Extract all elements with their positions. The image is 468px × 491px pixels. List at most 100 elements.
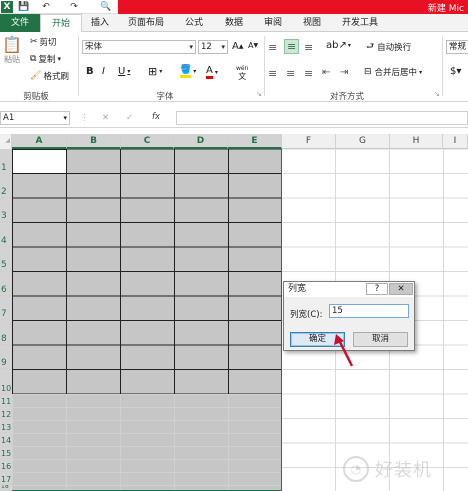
print-preview-icon[interactable]: 🔍 xyxy=(100,1,112,13)
text-orientation-icon: ab↗ xyxy=(326,40,347,51)
italic-button[interactable]: I xyxy=(102,66,105,77)
row-header[interactable]: 11 xyxy=(0,394,12,407)
fill-color-button[interactable]: 🪣 ▾ xyxy=(180,65,196,78)
select-all-corner[interactable]: ◢ xyxy=(0,134,12,149)
watermark-text: 好装机 xyxy=(375,460,432,481)
brush-icon: 🖌 xyxy=(30,71,42,81)
column-headers: ◢ A B C D E F G H I xyxy=(0,134,468,149)
decrease-indent-icon[interactable]: ⇤ xyxy=(322,67,330,78)
font-size-select[interactable]: 12 ▾ xyxy=(198,40,228,54)
row-header[interactable]: 3 xyxy=(0,198,12,222)
title-bar-accent: 新建 Mic xyxy=(118,0,468,14)
underline-button[interactable]: U ▾ xyxy=(118,66,130,77)
row-header[interactable]: 13 xyxy=(0,420,12,433)
phonetic-button[interactable]: wén 文 xyxy=(236,65,248,81)
copy-button[interactable]: ⧉ 复制 ▾ xyxy=(30,53,61,65)
dialog-title-bar: 列宽 ? ✕ xyxy=(284,282,414,297)
wrap-text-button[interactable]: ⮐ 自动换行 xyxy=(366,41,411,53)
column-header-e[interactable]: E xyxy=(228,134,282,149)
close-button[interactable]: ✕ xyxy=(389,283,413,295)
chevron-down-icon: ▾ xyxy=(57,55,61,63)
bold-button[interactable]: B xyxy=(86,66,94,77)
tab-view[interactable]: 视图 xyxy=(292,14,332,32)
row-header[interactable]: 16 xyxy=(0,459,12,472)
chevron-down-icon: ▾ xyxy=(221,43,225,51)
decrease-font-button[interactable]: A ▼ xyxy=(248,41,258,50)
merge-center-button[interactable]: ⊟ 合并后居中 ▾ xyxy=(364,66,422,78)
tab-formulas[interactable]: 公式 xyxy=(174,14,214,32)
redo-icon[interactable]: ↷ xyxy=(68,1,80,13)
group-divider xyxy=(442,36,443,96)
alignment-dialog-launcher-icon[interactable]: ↘ xyxy=(434,90,440,98)
align-top-icon[interactable]: ≡ xyxy=(268,41,277,54)
format-painter-button[interactable]: 🖌 格式刷 xyxy=(30,70,69,82)
help-button[interactable]: ? xyxy=(366,283,388,295)
tab-developer[interactable]: 开发工具 xyxy=(332,14,388,32)
column-header-a[interactable]: A xyxy=(12,134,67,149)
number-format-select[interactable]: 常规 xyxy=(446,40,468,54)
title-bar: X 💾 ↶ ↷ 🔍 新建 Mic xyxy=(0,0,468,14)
row-header[interactable]: 6 xyxy=(0,271,12,296)
copy-label: 复制 xyxy=(38,55,56,65)
row-header[interactable]: 1 xyxy=(0,149,12,174)
column-width-input[interactable]: 15 xyxy=(329,304,409,318)
row-header[interactable]: 2 xyxy=(0,174,12,198)
row-header[interactable]: 17 xyxy=(0,472,12,485)
formula-input[interactable] xyxy=(176,111,468,125)
align-bottom-icon[interactable]: ≡ xyxy=(304,41,313,54)
row-header[interactable]: 15 xyxy=(0,446,12,459)
font-name-select[interactable]: 宋体 ▾ xyxy=(82,40,196,54)
wrap-text-icon: ⮐ xyxy=(366,42,375,52)
border-button[interactable]: ⊞ ▾ xyxy=(148,65,162,78)
save-icon[interactable]: 💾 xyxy=(18,1,30,13)
column-header-c[interactable]: C xyxy=(121,134,174,149)
row-header[interactable]: 9 xyxy=(0,345,12,369)
paste-button[interactable]: 📋 粘贴 xyxy=(2,36,22,65)
tab-review[interactable]: 审阅 xyxy=(254,14,292,32)
font-size-value: 12 xyxy=(201,42,212,52)
row-header[interactable]: 18 xyxy=(0,485,12,491)
column-header-i[interactable]: I xyxy=(443,134,468,149)
column-header-d[interactable]: D xyxy=(174,134,228,149)
formula-options-icon: ⋮ xyxy=(80,113,89,123)
orientation-button[interactable]: ab↗ ▾ xyxy=(326,40,351,51)
row-header[interactable]: 8 xyxy=(0,320,12,345)
font-dialog-launcher-icon[interactable]: ↘ xyxy=(256,90,262,98)
tab-insert[interactable]: 插入 xyxy=(82,14,118,32)
tab-home[interactable]: 开始 xyxy=(40,14,82,33)
row-header[interactable]: 4 xyxy=(0,222,12,247)
align-right-icon[interactable]: ≡ xyxy=(304,67,313,80)
currency-format-icon[interactable]: $▾ xyxy=(450,66,461,77)
clipboard-icon: 📋 xyxy=(2,35,22,54)
increase-indent-icon[interactable]: ⇥ xyxy=(340,67,348,78)
align-middle-icon[interactable]: ≡ xyxy=(284,39,300,54)
row-header[interactable]: 14 xyxy=(0,433,12,446)
insert-function-icon[interactable]: fx xyxy=(152,112,160,122)
cut-button[interactable]: ✂ 剪切 xyxy=(30,36,57,48)
column-header-b[interactable]: B xyxy=(67,134,121,149)
row-header[interactable]: 12 xyxy=(0,407,12,420)
tab-page-layout[interactable]: 页面布局 xyxy=(118,14,174,32)
row-header[interactable]: 5 xyxy=(0,247,12,271)
enter-icon[interactable]: ✓ xyxy=(126,113,133,123)
font-group-label: 字体 xyxy=(156,92,174,102)
font-color-button[interactable]: A ▾ xyxy=(206,65,218,79)
name-box[interactable]: A1 ▾ xyxy=(0,111,70,125)
column-header-h[interactable]: H xyxy=(390,134,443,149)
cancel-button[interactable]: 取消 xyxy=(353,332,408,347)
number-format-value: 常规 xyxy=(449,42,467,52)
tab-data[interactable]: 数据 xyxy=(214,14,254,32)
align-left-icon[interactable]: ≡ xyxy=(268,67,277,80)
align-center-icon[interactable]: ≡ xyxy=(286,67,295,80)
paste-label: 粘贴 xyxy=(4,55,20,64)
row-header[interactable]: 10 xyxy=(0,369,12,394)
column-header-f[interactable]: F xyxy=(282,134,336,149)
column-header-g[interactable]: G xyxy=(336,134,390,149)
increase-font-button[interactable]: A ▲ xyxy=(232,41,243,52)
row-header[interactable]: 7 xyxy=(0,296,12,320)
chevron-down-icon: ▾ xyxy=(63,114,67,122)
cancel-icon[interactable]: ✕ xyxy=(102,113,109,123)
undo-icon[interactable]: ↶ xyxy=(40,1,52,13)
formula-bar: A1 ▾ ⋮ ✕ ✓ fx xyxy=(0,108,468,128)
tab-file[interactable]: 文件 xyxy=(0,14,40,32)
